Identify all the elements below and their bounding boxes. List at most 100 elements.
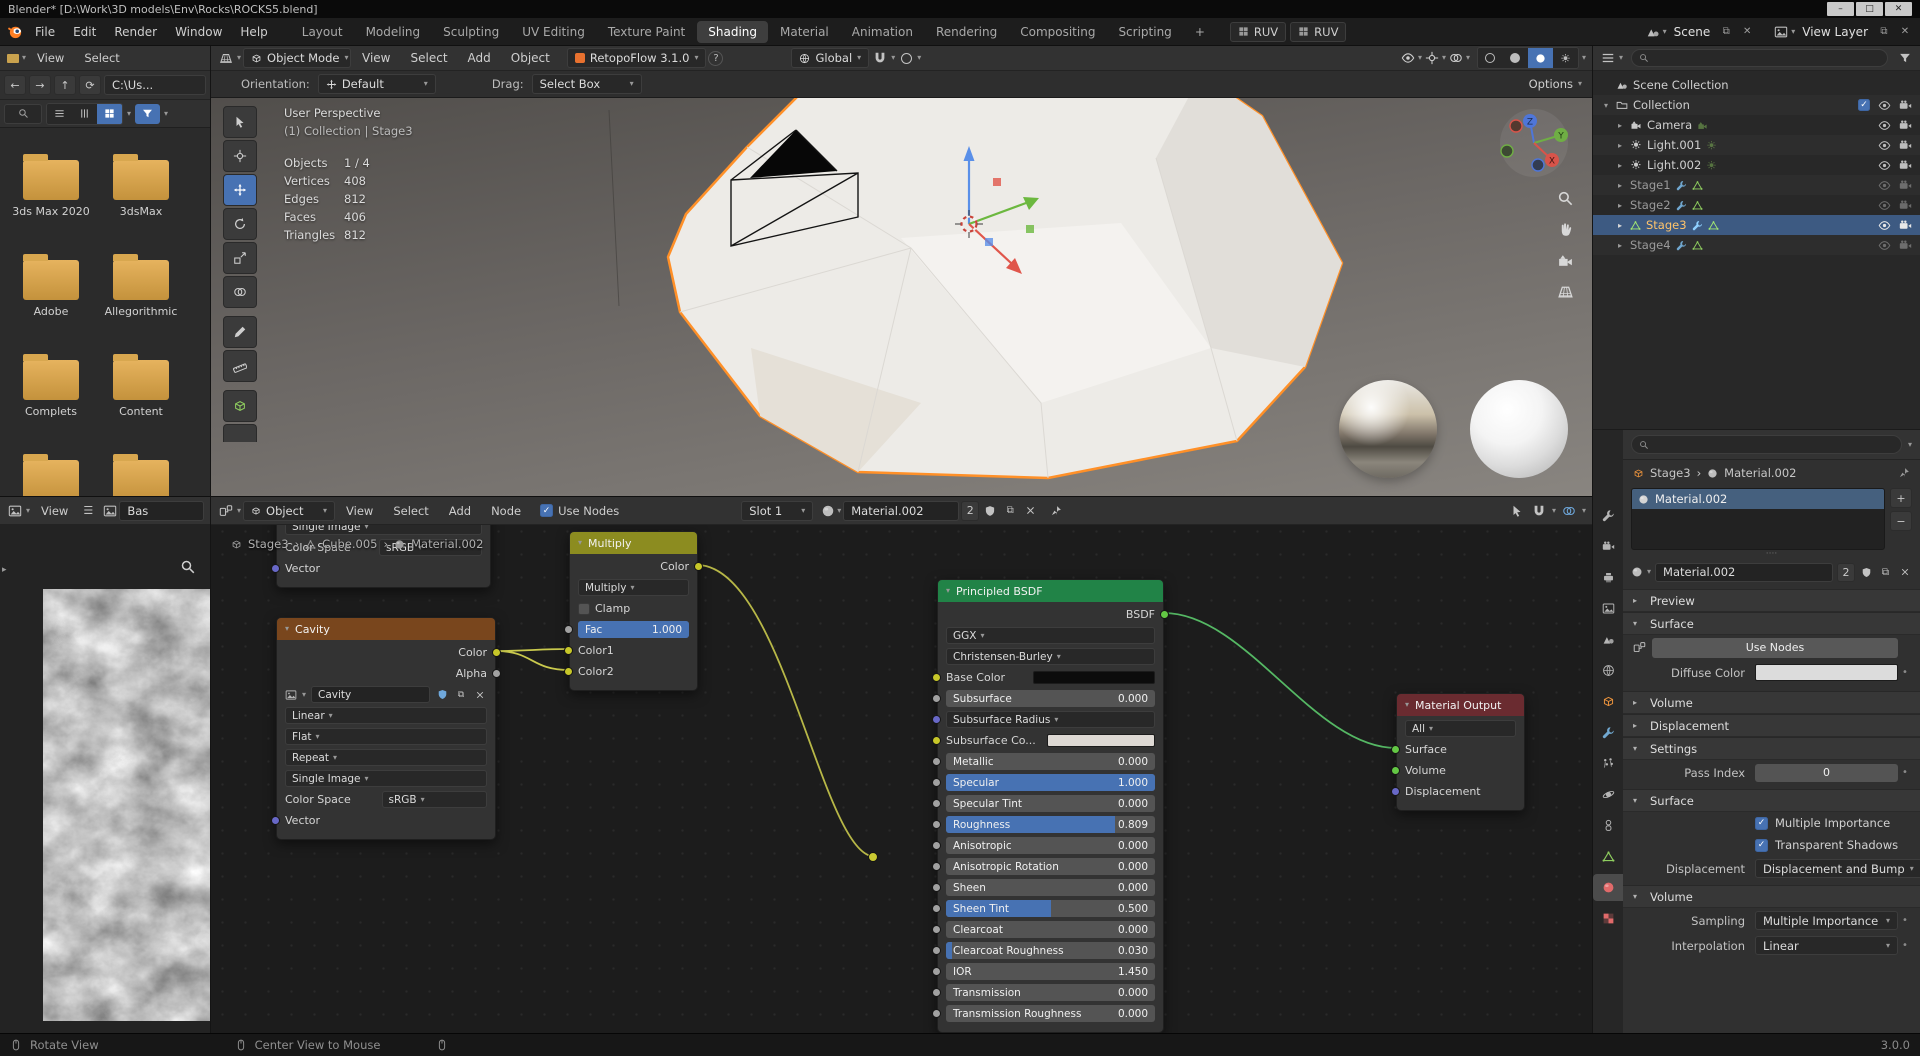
nav-up-button[interactable]: ↑ xyxy=(54,75,76,95)
use-nodes-checkbox[interactable]: ✓ xyxy=(540,504,554,517)
volume-socket[interactable] xyxy=(1391,766,1400,775)
color1-socket[interactable] xyxy=(564,646,573,655)
color-output-socket[interactable] xyxy=(492,648,501,657)
chevron-down-icon[interactable]: ▾ xyxy=(917,54,921,62)
chevron-down-icon[interactable]: ▾ xyxy=(127,109,131,118)
tool-move[interactable] xyxy=(223,174,257,206)
workspace-tab-material[interactable]: Material xyxy=(769,21,840,43)
workspace-tab-uv-editing[interactable]: UV Editing xyxy=(511,21,596,43)
delete-view-layer-icon[interactable]: ✕ xyxy=(1896,23,1914,41)
material-browse-icon[interactable] xyxy=(821,504,835,518)
principled-bsdf-node[interactable]: ▾ Principled BSDF BSDF GGX ▾ Christensen-… xyxy=(932,579,1169,1033)
displacement-method-dropdown[interactable]: Displacement and Bump ▾ xyxy=(1755,859,1920,878)
section-volume[interactable]: ▸ Volume xyxy=(1623,691,1920,714)
exclude-checkbox[interactable]: ✓ xyxy=(1858,99,1870,111)
overlays-icon[interactable] xyxy=(1560,502,1578,520)
anisotropic-socket[interactable] xyxy=(932,841,941,850)
hide-eye-icon[interactable] xyxy=(1878,219,1891,232)
workspace-tab-rendering[interactable]: Rendering xyxy=(925,21,1008,43)
image-browse-icon[interactable] xyxy=(285,689,297,701)
expand-arrow[interactable]: ▸ xyxy=(1615,141,1625,150)
ior-socket[interactable] xyxy=(932,967,941,976)
tab-particles[interactable] xyxy=(1593,750,1623,777)
nodetree-icon[interactable] xyxy=(1633,641,1646,654)
tool-rotate[interactable] xyxy=(223,208,257,240)
gizmos-icon[interactable] xyxy=(1425,51,1439,65)
tab-render[interactable] xyxy=(1593,533,1623,560)
image-editor[interactable]: ▾ View ☰ Bas ▸ xyxy=(0,496,211,1033)
expand-arrow[interactable]: ▸ xyxy=(1615,161,1625,170)
node-menu-node[interactable]: Node xyxy=(482,504,530,518)
menu-file[interactable]: File xyxy=(26,25,64,39)
viewport-menu-view[interactable]: View xyxy=(353,51,399,65)
zoom-icon[interactable] xyxy=(1557,190,1574,207)
editor-type-icon[interactable] xyxy=(217,502,235,520)
tool-cursor[interactable] xyxy=(223,140,257,172)
surface-socket[interactable] xyxy=(1391,745,1400,754)
workspace-tab-texture-paint[interactable]: Texture Paint xyxy=(597,21,696,43)
menu-render[interactable]: Render xyxy=(105,25,166,39)
chevron-down-icon[interactable]: ▾ xyxy=(164,109,168,118)
blender-logo-icon[interactable] xyxy=(6,23,24,41)
chevron-down-icon[interactable]: ▾ xyxy=(1619,54,1623,62)
pan-hand-icon[interactable] xyxy=(1557,221,1574,238)
shader-node-editor[interactable]: ▾ Object ▾ View Select Add Node ✓ Use No… xyxy=(211,496,1592,1033)
anisotropic-rotation-slider[interactable]: Anisotropic Rotation 0.000 xyxy=(946,858,1155,875)
displacement-socket[interactable] xyxy=(1391,787,1400,796)
hide-eye-icon[interactable] xyxy=(1878,239,1891,252)
outliner-row-stage1[interactable]: ▸ Stage1 xyxy=(1593,175,1920,195)
folder-item[interactable] xyxy=(8,454,94,496)
path-field[interactable]: C:\Us... xyxy=(104,75,206,95)
menu-edit[interactable]: Edit xyxy=(64,25,105,39)
clamp-checkbox[interactable] xyxy=(578,602,590,615)
outliner-row-camera[interactable]: ▸ Camera xyxy=(1593,115,1920,135)
disable-render-camera-icon[interactable] xyxy=(1899,219,1912,232)
outliner-row-stage3-selected[interactable]: ▸ Stage3 xyxy=(1593,215,1920,235)
specular-slider[interactable]: Specular 1.000 xyxy=(946,774,1155,791)
specular-socket[interactable] xyxy=(932,778,941,787)
transmission-roughness-socket[interactable] xyxy=(932,1009,941,1018)
color2-socket[interactable] xyxy=(564,667,573,676)
display-vertical-list-button[interactable] xyxy=(47,103,72,124)
image-menu-view[interactable]: View xyxy=(32,504,77,518)
chevron-down-icon[interactable]: ▾ xyxy=(1466,54,1470,62)
image-browse-icon[interactable] xyxy=(103,504,117,518)
menu-burger-icon[interactable]: ☰ xyxy=(79,502,97,520)
chevron-down-icon[interactable]: ▾ xyxy=(1908,440,1912,449)
tab-world[interactable] xyxy=(1593,657,1623,684)
material-browse-icon[interactable] xyxy=(1631,566,1643,578)
maximize-button[interactable]: □ xyxy=(1856,2,1883,16)
menu-help[interactable]: Help xyxy=(231,25,276,39)
pin-icon[interactable] xyxy=(1898,467,1910,479)
chevron-down-icon[interactable]: ▾ xyxy=(1647,568,1651,576)
image-name-field[interactable]: Cavity xyxy=(311,686,430,703)
outliner-search-input[interactable] xyxy=(1631,49,1888,67)
tool-transform[interactable] xyxy=(223,276,257,308)
fac-socket[interactable] xyxy=(564,625,573,634)
reroute-node[interactable] xyxy=(868,852,878,862)
editor-type-icon[interactable] xyxy=(6,49,20,67)
sheen-tint-socket[interactable] xyxy=(932,904,941,913)
shading-solid-button[interactable] xyxy=(1502,48,1528,68)
section-preview[interactable]: ▸ Preview xyxy=(1623,589,1920,612)
chevron-down-icon[interactable]: ▾ xyxy=(1663,27,1667,36)
users-count-button[interactable]: 2 xyxy=(1837,562,1855,582)
hide-eye-icon[interactable] xyxy=(1878,119,1891,132)
folder-item[interactable]: Complets xyxy=(8,354,94,418)
transparent-shadows-checkbox[interactable]: ✓ xyxy=(1755,838,1768,852)
folder-item[interactable] xyxy=(98,454,184,496)
base-color-socket[interactable] xyxy=(932,673,941,682)
material-name-field[interactable]: Material.002 xyxy=(1655,562,1833,582)
filter-funnel-icon[interactable] xyxy=(1896,49,1914,67)
chevron-down-icon[interactable]: ▾ xyxy=(1582,54,1586,62)
tab-physics[interactable] xyxy=(1593,781,1623,808)
outliner-row-light-002[interactable]: ▸ Light.002 xyxy=(1593,155,1920,175)
display-horizontal-list-button[interactable] xyxy=(72,103,97,124)
transmission-socket[interactable] xyxy=(932,988,941,997)
workspace-tab-modeling[interactable]: Modeling xyxy=(355,21,432,43)
metallic-slider[interactable]: Metallic 0.000 xyxy=(946,753,1155,770)
breadcrumb-material[interactable]: Material.002 xyxy=(1724,466,1796,480)
search-input[interactable] xyxy=(4,103,42,124)
delete-scene-icon[interactable]: ✕ xyxy=(1738,23,1756,41)
workspace-tab-animation[interactable]: Animation xyxy=(841,21,924,43)
